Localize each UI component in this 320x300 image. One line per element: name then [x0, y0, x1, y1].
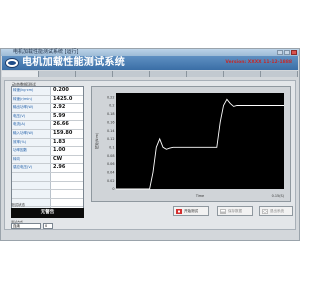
y-tick-label: 0.14 [107, 129, 115, 133]
start-test-label: 开始测试 [184, 209, 198, 213]
row-value [51, 173, 83, 181]
tab-1[interactable] [2, 71, 39, 77]
row-value: 1425.0 [53, 95, 73, 102]
version-label: Version: XXXX 11-12-1888 [225, 60, 292, 65]
row-value: 2.96 [53, 164, 66, 171]
table-row [12, 181, 83, 191]
table-row: 感应电压(V) 2.96 [12, 164, 83, 173]
window-controls [277, 50, 297, 55]
row-value: 1.00 [53, 147, 66, 154]
row-label: 功率因数 [12, 147, 51, 155]
window-title: 电机加载性能测试系统 [运行] [13, 49, 79, 55]
start-icon [176, 208, 182, 214]
y-tick-label: 0.2 [109, 104, 114, 108]
tab-2[interactable] [39, 71, 76, 77]
row-value [51, 182, 83, 190]
torque-chart: 0.22 0.2 0.18 0.16 0.14 0.12 0.1 0.08 0.06 0.04 0.… [91, 86, 291, 202]
y-tick-label: 0.06 [107, 162, 115, 166]
table-row: 输出功率(W) 2.92 [12, 104, 83, 113]
row-label: 电压(V) [12, 112, 51, 121]
y-tick-label: 0 [112, 187, 114, 191]
measurement-table: 转速(kg·cm) 0.200 转速(r/min) 1425.0 输出功率(W) 2.92… [11, 86, 84, 216]
table-row: 电流(A) 26.66 [12, 121, 83, 130]
row-label [12, 181, 51, 190]
app-window: 电机加载性能测试系统 [运行] 电机加载性能测试系统 Version: XXXX… [0, 48, 300, 241]
mode-count-field[interactable]: 0 [43, 223, 53, 229]
tab-7[interactable] [224, 71, 261, 77]
mode-select[interactable]: 连续 [11, 223, 41, 229]
app-title: 电机加载性能测试系统 [22, 57, 125, 68]
tab-3[interactable] [76, 71, 113, 77]
save-data-label: 保存数据 [228, 209, 242, 213]
close-button[interactable] [291, 50, 297, 55]
minimize-button[interactable] [277, 50, 283, 55]
row-value: 1.83 [53, 138, 66, 145]
status-indicator: 无警告 [11, 208, 84, 218]
table-row: 转速(kg·cm) 0.200 [12, 87, 83, 96]
y-tick-label: 0.08 [107, 154, 115, 158]
y-tick-label: 0.1 [109, 145, 114, 149]
row-value: 5.99 [53, 112, 66, 119]
row-label [12, 172, 51, 181]
row-label: 输出功率(W) [12, 104, 51, 112]
y-tick-label: 0.12 [107, 137, 115, 141]
tab-6[interactable] [187, 71, 224, 77]
row-value [51, 190, 83, 198]
app-header: 电机加载性能测试系统 Version: XXXX 11-12-1888 [2, 56, 298, 70]
row-value: 159.80 [53, 129, 73, 136]
row-label: 转速(kg·cm) [12, 87, 51, 95]
row-value: CW [53, 155, 63, 162]
tab-8[interactable] [261, 71, 298, 77]
main-content: 动态数据测试 转速(kg·cm) 0.200 转速(r/min) 1425.0 输出功率… [4, 80, 296, 230]
table-row [12, 172, 83, 182]
exit-icon [262, 208, 268, 214]
tab-bar [2, 71, 298, 77]
row-label: 转向 [12, 155, 51, 164]
table-row: 输入功率(W) 159.80 [12, 129, 83, 139]
exit-system-button[interactable]: 退出系统 [259, 206, 293, 216]
row-label: 效率(%) [12, 138, 51, 147]
y-tick-label: 0.18 [107, 112, 115, 116]
y-tick-label: 0.02 [107, 179, 115, 183]
tab-4[interactable] [113, 71, 150, 77]
title-bar: 电机加载性能测试系统 [运行] [1, 49, 299, 56]
row-label [12, 190, 51, 198]
y-axis-label: 扭矩(N·m) [94, 132, 99, 149]
maximize-button[interactable] [284, 50, 290, 55]
table-row: 电压(V) 5.99 [12, 112, 83, 122]
table-row: 转速(r/min) 1425.0 [12, 95, 83, 105]
row-label: 感应电压(V) [12, 164, 51, 172]
brand-logo-icon [5, 58, 19, 68]
x-axis-label: Time [195, 194, 204, 198]
plot-area [116, 93, 284, 189]
row-label: 转速(r/min) [12, 95, 51, 104]
chart-svg: 0.22 0.2 0.18 0.16 0.14 0.12 0.1 0.08 0.06 0.04 0.… [94, 93, 285, 198]
table-row: 效率(%) 1.83 [12, 138, 83, 148]
y-tick-label: 0.04 [107, 171, 115, 175]
row-value: 0.200 [53, 87, 69, 93]
x-end-label: 0.15(S) [272, 194, 285, 198]
tab-5[interactable] [150, 71, 187, 77]
row-label: 输入功率(W) [12, 129, 51, 138]
start-test-button[interactable]: 开始测试 [173, 206, 209, 216]
y-tick-label: 0.16 [107, 120, 115, 124]
save-data-button[interactable]: 保存数据 [217, 206, 253, 216]
row-value: 26.66 [53, 121, 69, 128]
row-label: 电流(A) [12, 121, 51, 129]
table-row: 转向 CW [12, 155, 83, 165]
exit-system-label: 退出系统 [270, 209, 284, 213]
save-icon [220, 208, 226, 214]
y-tick-label: 0.22 [107, 95, 115, 99]
row-value: 2.92 [53, 104, 66, 111]
table-row [12, 190, 83, 199]
row-value [51, 199, 83, 207]
table-row: 功率因数 1.00 [12, 147, 83, 156]
